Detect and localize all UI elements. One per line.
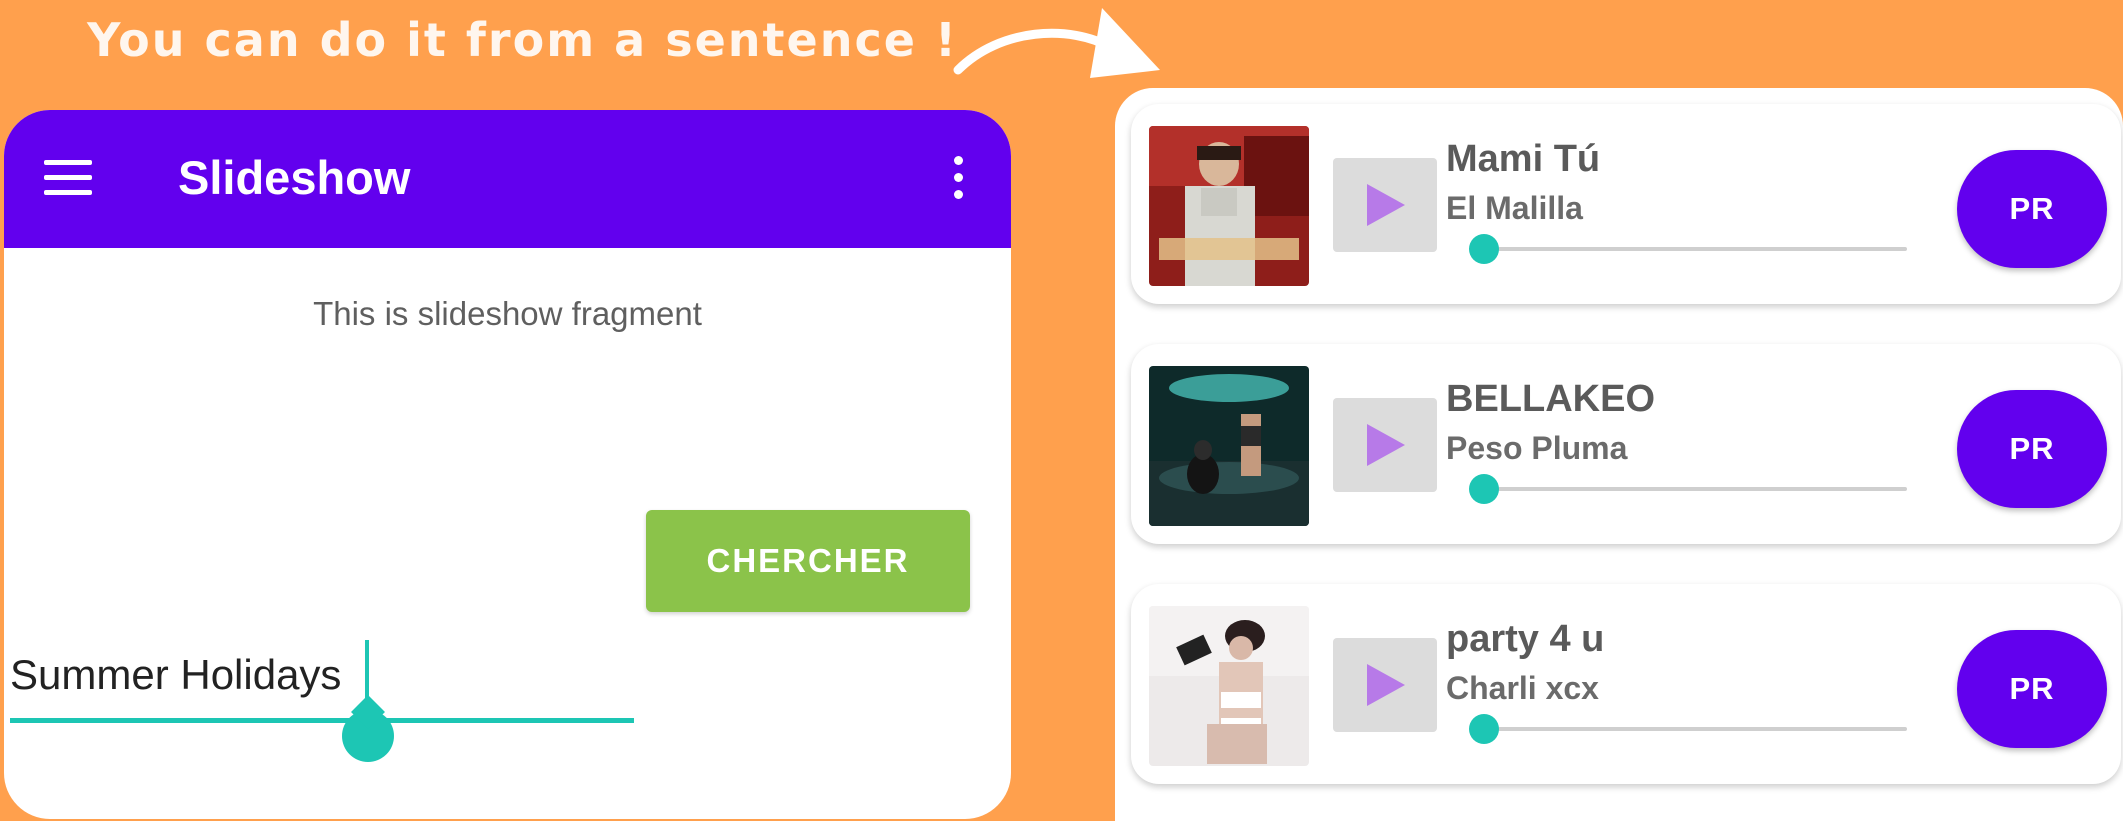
track-title: Mami Tú bbox=[1446, 138, 1601, 180]
play-button[interactable] bbox=[1333, 638, 1437, 732]
app-bar-title: Slideshow bbox=[178, 151, 411, 204]
track-title: party 4 u bbox=[1446, 618, 1605, 660]
play-icon bbox=[1367, 664, 1405, 706]
track-title: BELLAKEO bbox=[1446, 378, 1655, 420]
search-input[interactable] bbox=[10, 640, 630, 710]
track-row: Mami Tú El Malilla PR bbox=[1131, 104, 2121, 304]
hamburger-menu-icon[interactable] bbox=[44, 158, 92, 198]
album-cover-image bbox=[1149, 366, 1309, 526]
search-input-underline bbox=[10, 718, 634, 723]
pr-button[interactable]: PR bbox=[1957, 630, 2107, 748]
text-selection-handle[interactable] bbox=[342, 710, 394, 762]
track-artist: Peso Pluma bbox=[1446, 430, 1628, 466]
seek-bar[interactable] bbox=[1487, 727, 1907, 731]
album-cover-image bbox=[1149, 126, 1309, 286]
search-button[interactable]: CHERCHER bbox=[646, 510, 970, 612]
curved-arrow-icon bbox=[953, 8, 1160, 78]
seek-bar[interactable] bbox=[1487, 487, 1907, 491]
track-list: Mami Tú El Malilla PR BELLAKEO Peso Plum… bbox=[1115, 88, 2123, 821]
more-vert-icon[interactable] bbox=[950, 154, 966, 202]
seek-bar-thumb[interactable] bbox=[1469, 714, 1499, 744]
play-icon bbox=[1367, 184, 1405, 226]
play-button[interactable] bbox=[1333, 158, 1437, 252]
pr-button[interactable]: PR bbox=[1957, 390, 2107, 508]
phone-screen: Slideshow This is slideshow fragment CHE… bbox=[4, 110, 1011, 819]
track-artist: Charli xcx bbox=[1446, 670, 1599, 706]
caption-text: You can do it from a sentence ! bbox=[87, 13, 958, 67]
track-row: BELLAKEO Peso Pluma PR bbox=[1131, 344, 2121, 544]
album-cover-image bbox=[1149, 606, 1309, 766]
pr-button[interactable]: PR bbox=[1957, 150, 2107, 268]
play-icon bbox=[1367, 424, 1405, 466]
seek-bar-thumb[interactable] bbox=[1469, 474, 1499, 504]
play-button[interactable] bbox=[1333, 398, 1437, 492]
seek-bar-thumb[interactable] bbox=[1469, 234, 1499, 264]
fragment-description: This is slideshow fragment bbox=[313, 295, 702, 332]
seek-bar[interactable] bbox=[1487, 247, 1907, 251]
app-bar: Slideshow bbox=[4, 110, 1011, 248]
track-artist: El Malilla bbox=[1446, 190, 1583, 226]
track-row: party 4 u Charli xcx PR bbox=[1131, 584, 2121, 784]
